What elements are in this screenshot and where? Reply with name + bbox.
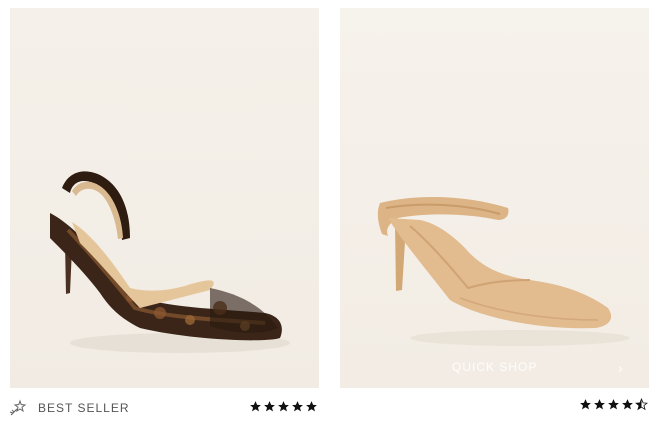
star-icon: [622, 399, 633, 410]
star-icon: [292, 401, 303, 412]
star-icon: [580, 399, 591, 410]
chevron-right-icon[interactable]: ›: [618, 360, 623, 376]
rating-stars-2: [579, 398, 648, 411]
half-star-icon: [635, 398, 648, 411]
star-icon: [250, 401, 261, 412]
star-icon: [264, 401, 275, 412]
rating-stars-1: [249, 400, 318, 413]
badge-label: BEST SELLER: [38, 401, 130, 415]
star-icon: [608, 399, 619, 410]
mule-shoe-image: [377, 196, 630, 346]
star-icon: [594, 399, 605, 410]
star-sparkle-icon: [9, 399, 27, 416]
best-seller-badge: BEST SELLER: [8, 398, 129, 418]
quick-shop-button[interactable]: QUICK SHOP: [452, 360, 537, 374]
product-card-image-1[interactable]: [10, 8, 319, 388]
star-icon: [306, 401, 317, 412]
slingback-shoe-image: [50, 171, 290, 353]
star-icon: [278, 401, 289, 412]
product-card-image-2[interactable]: QUICK SHOP ›: [340, 8, 649, 388]
